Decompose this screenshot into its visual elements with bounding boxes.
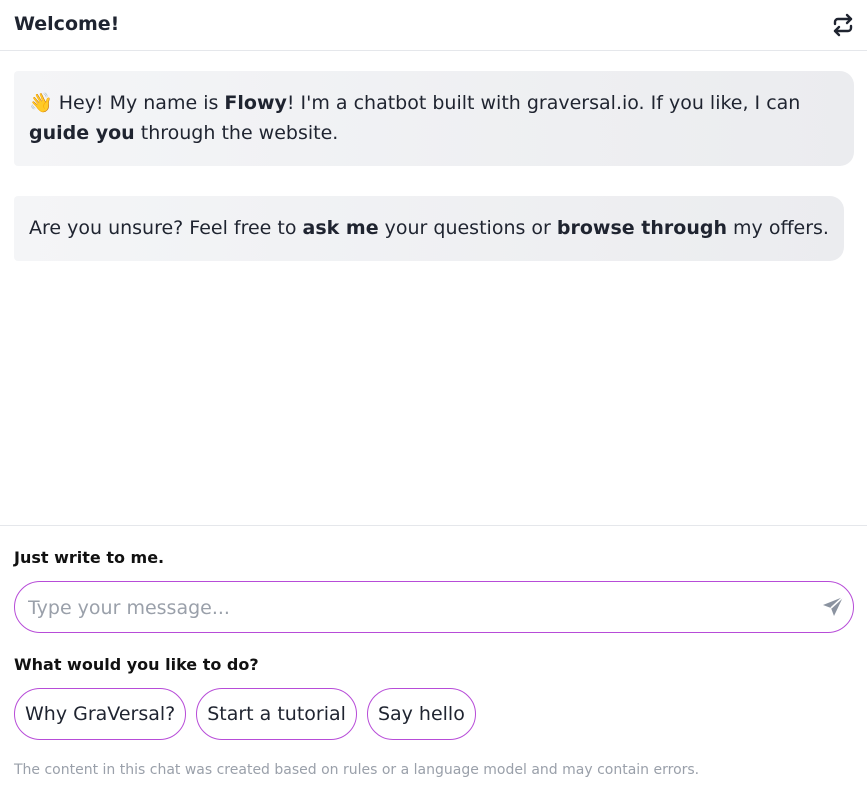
paper-plane-icon <box>823 596 844 616</box>
message-text: Are you unsure? Feel free to <box>29 217 303 239</box>
quick-action-say-hello[interactable]: Say hello <box>366 688 476 740</box>
message-text: your questions or <box>378 217 557 239</box>
chat-header: Welcome! <box>0 0 867 51</box>
message-text: through the website. <box>134 122 339 144</box>
composer-divider <box>0 525 867 526</box>
wave-emoji: 👋 <box>29 92 53 114</box>
chat-title: Welcome! <box>14 13 120 35</box>
disclaimer-text: The content in this chat was created bas… <box>14 762 700 778</box>
message-list: 👋 Hey! My name is Flowy! I'm a chatbot b… <box>14 71 854 261</box>
send-button[interactable] <box>821 595 845 619</box>
quick-action-start-tutorial[interactable]: Start a tutorial <box>196 688 357 740</box>
message-input-container <box>14 581 854 633</box>
message-bold-text: ask me <box>302 217 379 239</box>
message-input[interactable] <box>26 590 800 626</box>
restart-chat-button[interactable] <box>831 13 855 37</box>
message-bold-text: guide you <box>29 122 135 144</box>
message-text: my offers. <box>726 217 829 239</box>
message-bold-text: browse through <box>556 217 727 239</box>
message-text: ! I'm a chatbot built with graversal.io.… <box>286 92 801 114</box>
quick-action-why-graversal[interactable]: Why GraVersal? <box>14 688 187 740</box>
bot-message: 👋 Hey! My name is Flowy! I'm a chatbot b… <box>14 71 854 166</box>
bot-message: Are you unsure? Feel free to ask me your… <box>14 196 844 261</box>
message-text: Hey! My name is <box>52 92 225 114</box>
chat-widget: Welcome! 👋 Hey! My name is Flowy! I'm a … <box>0 0 867 791</box>
message-bold-text: Flowy <box>224 92 287 114</box>
quick-actions-label: What would you like to do? <box>14 655 259 674</box>
refresh-arrows-icon <box>833 13 853 37</box>
quick-actions: Why GraVersal? Start a tutorial Say hell… <box>14 688 476 740</box>
composer-label: Just write to me. <box>14 548 165 567</box>
